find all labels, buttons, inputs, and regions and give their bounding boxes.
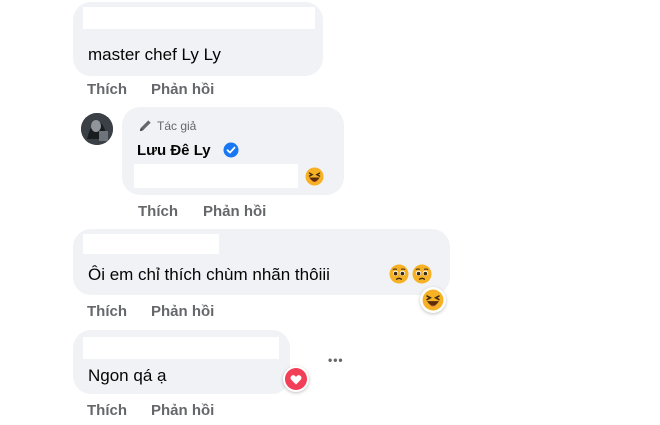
redacted-author-name: [83, 7, 315, 29]
like-button[interactable]: Thích: [87, 402, 127, 419]
avatar-image: [81, 113, 113, 145]
author-tag: Tác giả: [157, 119, 197, 133]
pleading-face-emoji-icon: [389, 264, 409, 289]
more-options-button[interactable]: •••: [328, 353, 344, 367]
reply-button[interactable]: Phản hồi: [203, 203, 266, 220]
like-button[interactable]: Thích: [87, 303, 127, 320]
love-reaction-icon: [285, 368, 307, 390]
verified-badge-icon: [223, 142, 239, 163]
laughing-emoji-icon: [305, 167, 324, 191]
comment-text: master chef Ly Ly: [88, 45, 221, 64]
comment-text: Ôi em chỉ thích chùm nhãn thôiii: [88, 265, 330, 284]
laughing-emoji-icon: [422, 289, 444, 311]
reply-button[interactable]: Phản hồi: [151, 402, 214, 419]
comment-text: Ngon qá ạ: [88, 366, 167, 385]
reply-button[interactable]: Phản hồi: [151, 303, 214, 320]
reply-button[interactable]: Phản hồi: [151, 81, 214, 98]
avatar[interactable]: [81, 113, 113, 145]
redacted-comment-text: [134, 164, 298, 188]
redacted-author-name: [83, 234, 219, 254]
redacted-author-name: [83, 337, 279, 359]
like-button[interactable]: Thích: [87, 81, 127, 98]
comment-bubble: Ngon qá ạ: [73, 330, 290, 394]
pencil-icon: [138, 118, 153, 138]
like-button[interactable]: Thích: [138, 203, 178, 220]
love-reaction-badge[interactable]: [283, 366, 309, 392]
laughing-reaction-badge[interactable]: [420, 287, 446, 313]
comment-bubble: Ôi em chỉ thích chùm nhãn thôiii: [73, 229, 450, 295]
comment-bubble: master chef Ly Ly: [73, 2, 323, 76]
pleading-face-emoji-icon: [412, 264, 432, 289]
comment-bubble: Tác giả Lưu Đê Ly: [122, 107, 344, 195]
author-name[interactable]: Lưu Đê Ly: [137, 142, 211, 159]
